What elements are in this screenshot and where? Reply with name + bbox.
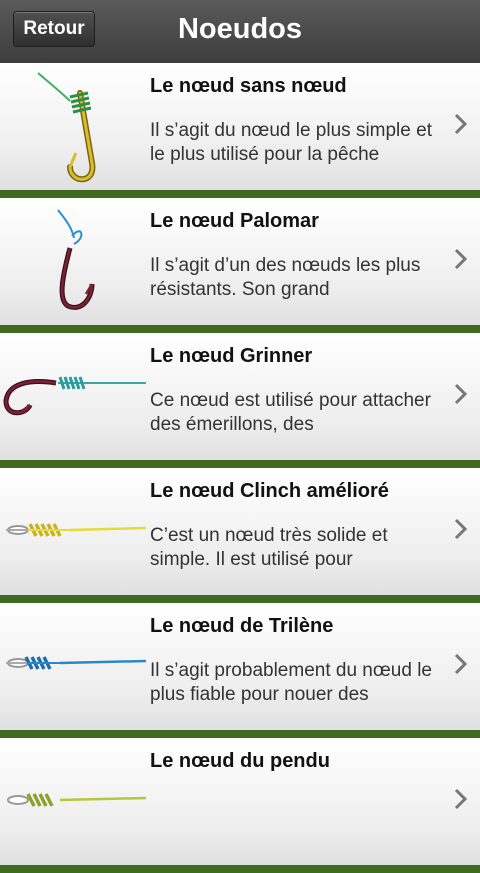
hook-palomar-knot-icon [0, 198, 148, 325]
item-description: Ce nœud est utilisé pour attacher des ém… [150, 390, 431, 435]
chevron-right-icon [452, 516, 470, 542]
item-title: Le nœud Clinch amélioré [150, 480, 389, 502]
item-title: Le nœud sans nœud [150, 75, 347, 97]
item-title: Le nœud Grinner [150, 345, 313, 367]
clinch-knot-icon [0, 468, 148, 595]
knot-list: Le nœud sans nœud Il s’agit du nœud le p… [0, 63, 480, 873]
list-item-trilene[interactable]: Le nœud de Trilène Il s’agit probablemen… [0, 603, 480, 738]
item-description: Il s’agit d’un des nœuds les plus résist… [150, 255, 421, 300]
hook-snell-knot-icon [0, 63, 148, 190]
item-description: Il s’agit du nœud le plus simple et le p… [150, 120, 432, 165]
item-title: Le nœud Palomar [150, 210, 319, 232]
chevron-right-icon [452, 651, 470, 677]
list-item-sans-noeud[interactable]: Le nœud sans nœud Il s’agit du nœud le p… [0, 63, 480, 198]
trilene-knot-icon [0, 603, 148, 730]
hangman-knot-icon [0, 738, 148, 865]
chevron-right-icon [452, 786, 470, 812]
chevron-right-icon [452, 111, 470, 137]
action-bar: Retour Noeudos [0, 0, 480, 64]
item-description [150, 794, 450, 842]
page-title: Noeudos [177, 13, 303, 45]
item-description: Il s’agit probablement du nœud le plus f… [150, 660, 432, 705]
item-description: C’est un nœud très solide et simple. Il … [150, 525, 388, 570]
list-item-grinner[interactable]: Le nœud Grinner Ce nœud est utilisé pour… [0, 333, 480, 468]
chevron-right-icon [452, 246, 470, 272]
chevron-right-icon [452, 381, 470, 407]
item-title: Le nœud du pendu [150, 750, 330, 772]
item-title: Le nœud de Trilène [150, 615, 334, 637]
list-item-palomar[interactable]: Le nœud Palomar Il s’agit d’un des nœuds… [0, 198, 480, 333]
hook-grinner-knot-icon [0, 333, 148, 460]
list-item-clinch[interactable]: Le nœud Clinch amélioré C’est un nœud tr… [0, 468, 480, 603]
list-item-pendu[interactable]: Le nœud du pendu [0, 738, 480, 873]
